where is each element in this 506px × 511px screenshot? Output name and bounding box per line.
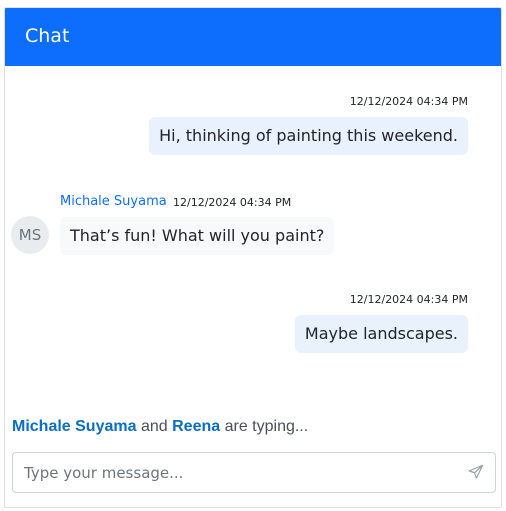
message-input-container: [12, 452, 496, 493]
outgoing-message-bubble: Maybe landscapes.: [294, 315, 468, 353]
outgoing-message-bubble: Hi, thinking of painting this weekend.: [149, 117, 468, 155]
message-author: Michale Suyama: [60, 194, 167, 209]
send-icon: [468, 464, 484, 479]
message-timestamp: 12/12/2024 04:34 PM: [173, 196, 292, 209]
message-input[interactable]: [14, 454, 454, 491]
typing-indicator: Michale Suyama and Reena are typing...: [12, 417, 308, 437]
chat-window: Chat 12/12/2024 04:34 PM Hi, thinking of…: [4, 7, 502, 508]
typing-connector: and: [140, 418, 168, 435]
chat-header: Chat: [5, 8, 501, 66]
typing-user: Michale Suyama: [12, 418, 137, 435]
typing-user: Reena: [172, 418, 221, 435]
chat-title: Chat: [25, 25, 70, 47]
send-button[interactable]: [467, 463, 485, 481]
typing-suffix: are typing...: [224, 418, 309, 435]
incoming-message-bubble: That’s fun! What will you paint?: [60, 217, 335, 255]
avatar: MS: [11, 216, 49, 254]
message-timestamp: 12/12/2024 04:34 PM: [349, 95, 468, 108]
message-timestamp: 12/12/2024 04:34 PM: [349, 293, 468, 306]
